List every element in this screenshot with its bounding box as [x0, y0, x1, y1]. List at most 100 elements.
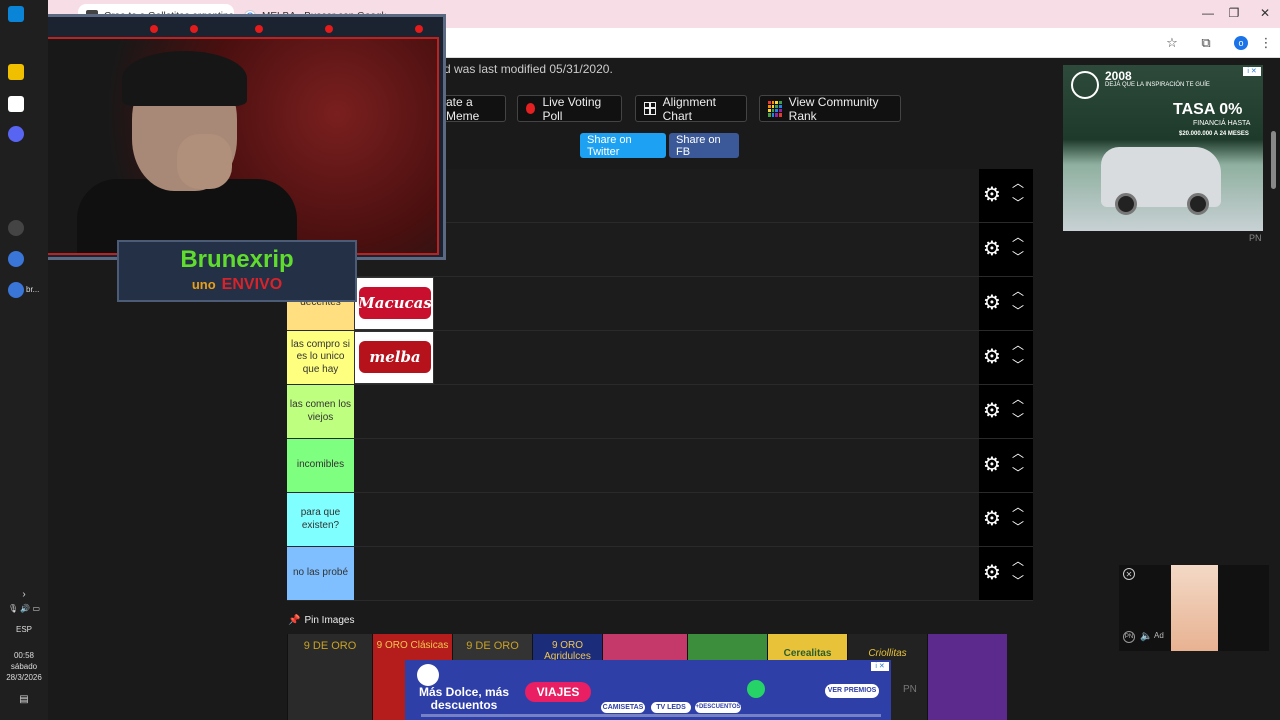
chevron-down-icon[interactable]: ﹀: [1012, 413, 1024, 425]
gear-icon[interactable]: ⚙: [983, 293, 1001, 313]
tier-controls: ⚙ ︿ ﹀: [979, 385, 1033, 438]
create-meme-label: ate a Meme: [446, 94, 480, 123]
menu-kebab-icon[interactable]: ⋮: [1256, 33, 1276, 53]
share-twitter-button[interactable]: Share on Twitter: [580, 133, 666, 158]
ad-network-label: PN: [903, 684, 917, 695]
gear-icon[interactable]: ⚙: [983, 401, 1001, 421]
chevron-down-icon[interactable]: ﹀: [1012, 251, 1024, 263]
pin-images-toggle[interactable]: 📌 Pin Images: [288, 615, 354, 626]
ad-label: Ad: [1154, 631, 1164, 640]
share-fb-button[interactable]: Share on FB: [669, 133, 739, 158]
file-explorer-icon[interactable]: [8, 64, 24, 80]
whatsapp-icon: [747, 680, 765, 698]
close-window-icon[interactable]: ✕: [1250, 6, 1280, 20]
create-meme-button[interactable]: ate a Meme: [437, 94, 506, 123]
tier-label[interactable]: las compro si es lo unico que hay: [287, 331, 354, 384]
chevron-up-icon[interactable]: ︿: [1012, 339, 1024, 351]
discord-icon[interactable]: [8, 126, 24, 142]
chrome-icon[interactable]: [8, 282, 24, 298]
extensions-icon[interactable]: ⧉: [1196, 33, 1216, 53]
close-icon[interactable]: ✕: [1123, 568, 1135, 580]
taskbar-chrome-label: br...: [26, 285, 40, 294]
ad-banner-bottom[interactable]: Más Dolce, más descuentos VIAJES CAMISET…: [405, 660, 891, 720]
pin-icon: 📌: [288, 615, 301, 626]
chevron-right-icon[interactable]: ›: [0, 589, 48, 600]
notifications-icon[interactable]: ▤: [0, 694, 48, 705]
alignment-chart-button[interactable]: Alignment Chart: [635, 95, 747, 123]
chevron-down-icon[interactable]: ﹀: [1012, 521, 1024, 533]
tier-row: para que existen? ⚙ ︿ ﹀: [287, 493, 1033, 547]
gear-icon[interactable]: ⚙: [983, 509, 1001, 529]
pool-image[interactable]: 9 DE ORO: [287, 634, 372, 720]
ad-network-label: PN: [1249, 233, 1262, 243]
chevron-down-icon[interactable]: ﹀: [1012, 575, 1024, 587]
live-voting-poll-button[interactable]: Live Voting Poll: [517, 95, 622, 123]
tier-row: las compro si es lo unico que hay melba …: [287, 331, 1033, 385]
scrollbar-thumb[interactable]: [1271, 131, 1276, 189]
frame-dot: [325, 25, 333, 33]
chrome-icon[interactable]: [8, 251, 24, 267]
tier-label[interactable]: para que existen?: [287, 493, 354, 546]
pool-image[interactable]: [927, 634, 1007, 720]
obs-icon[interactable]: [8, 220, 24, 236]
clock-day: sábado: [10, 662, 38, 671]
mini-video-player[interactable]: ✕ PN 🔈 Ad: [1119, 565, 1269, 651]
chevron-up-icon[interactable]: ︿: [1012, 231, 1024, 243]
gear-icon[interactable]: ⚙: [983, 455, 1001, 475]
ad-fine-print: [421, 714, 881, 717]
grid-icon: [644, 102, 656, 115]
ad-network-badge: PN: [1123, 631, 1135, 643]
ad-amount: $20.000.000 A 24 MESES: [1179, 131, 1249, 137]
last-modified-text: d was last modified 05/31/2020.: [444, 62, 613, 76]
chevron-up-icon[interactable]: ︿: [1012, 177, 1024, 189]
frame-dot: [255, 25, 263, 33]
peugeot-logo-icon: [1071, 71, 1099, 99]
chevron-up-icon[interactable]: ︿: [1012, 555, 1024, 567]
frame-dot: [415, 25, 423, 33]
ad-banner-right[interactable]: i ✕ 2008 DEJÁ QUE LA INSPIRACIÓN TE GUÍE…: [1063, 65, 1263, 231]
profile-avatar[interactable]: o: [1234, 36, 1248, 50]
chevron-up-icon[interactable]: ︿: [1012, 501, 1024, 513]
chevron-down-icon[interactable]: ﹀: [1012, 197, 1024, 209]
tier-controls: ⚙ ︿ ﹀: [979, 547, 1033, 600]
tier-row: incomibles ⚙ ︿ ﹀: [287, 439, 1033, 493]
community-rank-icon: [768, 100, 782, 117]
clock-time[interactable]: 00:58: [0, 651, 48, 660]
chevron-down-icon[interactable]: ﹀: [1012, 359, 1024, 371]
chevron-up-icon[interactable]: ︿: [1012, 393, 1024, 405]
streamer-name: Brunexrip: [180, 246, 294, 273]
video-thumbnail: [1171, 565, 1218, 651]
ad-tvleds: TV LEDS: [651, 702, 691, 713]
record-dot-icon: [526, 103, 536, 114]
tier-label[interactable]: incomibles: [287, 439, 354, 492]
view-community-rank-label: View Community Rank: [788, 94, 879, 123]
ad-financing: FINANCIÁ HASTA: [1193, 120, 1251, 127]
nestle-logo-icon: [417, 664, 439, 686]
mute-icon[interactable]: 🔈: [1140, 631, 1152, 642]
restore-icon[interactable]: ❐: [1219, 6, 1249, 20]
tier-item-image[interactable]: melba: [354, 331, 434, 384]
windows-start-icon[interactable]: [8, 6, 24, 22]
gear-icon[interactable]: ⚙: [983, 239, 1001, 259]
adchoices-icon[interactable]: i ✕: [871, 662, 889, 671]
app-icon[interactable]: [8, 96, 24, 112]
tier-label[interactable]: no las probé: [287, 547, 354, 600]
chevron-up-icon[interactable]: ︿: [1012, 285, 1024, 297]
tier-label[interactable]: las comen los viejos: [287, 385, 354, 438]
mic-volume-network-icons[interactable]: 🎙 🔊 ▭: [0, 604, 48, 613]
gear-icon[interactable]: ⚙: [983, 563, 1001, 583]
chevron-down-icon[interactable]: ﹀: [1012, 305, 1024, 317]
view-community-rank-button[interactable]: View Community Rank: [759, 94, 901, 123]
person-headphones: [122, 51, 247, 106]
gear-icon[interactable]: ⚙: [983, 185, 1001, 205]
chevron-up-icon[interactable]: ︿: [1012, 447, 1024, 459]
chevron-down-icon[interactable]: ﹀: [1012, 467, 1024, 479]
gear-icon[interactable]: ⚙: [983, 347, 1001, 367]
ad-brand-text: Más Dolce, más descuentos: [418, 685, 510, 712]
bookmark-star-icon[interactable]: ☆: [1162, 33, 1182, 53]
live-badge: uno ENVIVO: [119, 276, 355, 294]
webcam-video: [35, 37, 439, 255]
adchoices-icon[interactable]: i ✕: [1243, 67, 1261, 76]
language-indicator[interactable]: ESP: [0, 625, 48, 634]
ad-ver-premios[interactable]: VER PREMIOS: [825, 684, 879, 698]
